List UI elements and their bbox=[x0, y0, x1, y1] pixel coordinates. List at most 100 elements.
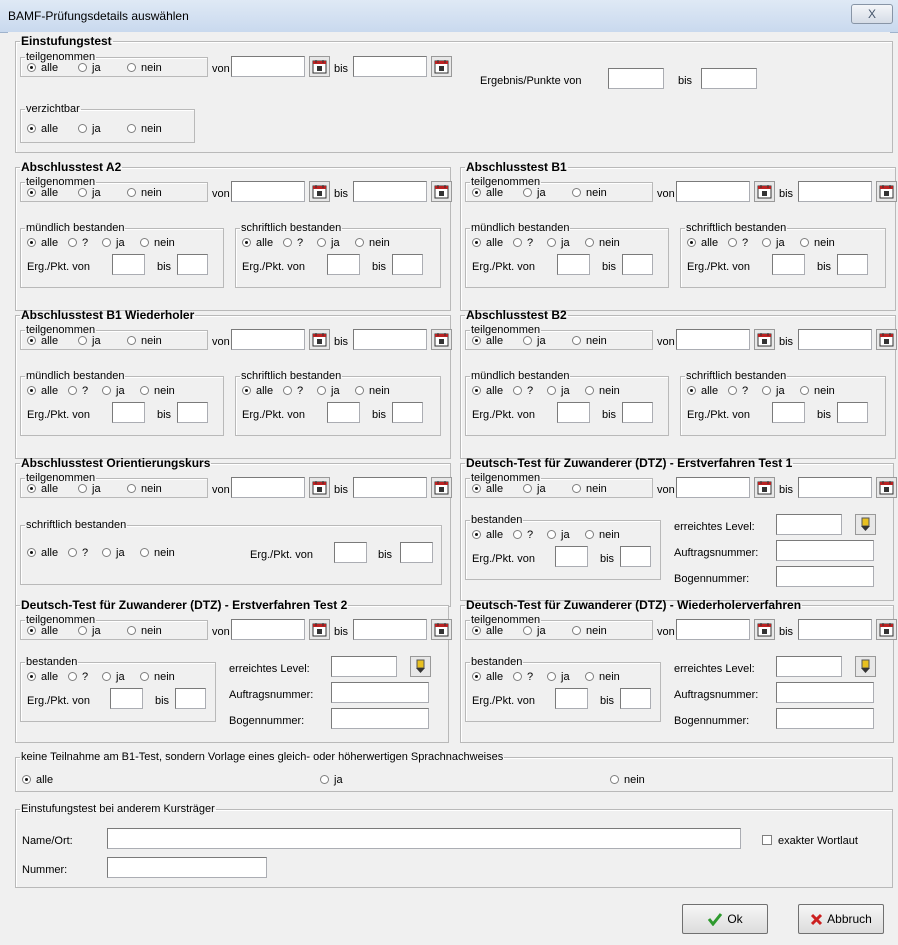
close-button[interactable]: X bbox=[851, 4, 893, 24]
a2-schriftlich-alle-dot[interactable] bbox=[242, 238, 251, 247]
orientierungskurs-teil-nein[interactable]: nein bbox=[127, 482, 162, 496]
orientierungskurs-schriftlich-unknown-dot[interactable] bbox=[68, 548, 77, 557]
b2-schriftlich-unknown[interactable]: ? bbox=[728, 384, 748, 398]
dtz1-level-input[interactable] bbox=[776, 514, 842, 535]
b2-teil-ja-dot[interactable] bbox=[523, 336, 532, 345]
b2-muendlich-ja[interactable]: ja bbox=[547, 384, 570, 398]
dtz1-best-unknown-dot[interactable] bbox=[513, 530, 522, 539]
b2-schriftlich-alle[interactable]: alle bbox=[687, 384, 718, 398]
dtzw-teil-nein-dot[interactable] bbox=[572, 626, 581, 635]
b1-teil-ja-dot[interactable] bbox=[523, 188, 532, 197]
b2-teil-nein[interactable]: nein bbox=[572, 334, 607, 348]
b1-schriftlich-ja-dot[interactable] bbox=[762, 238, 771, 247]
a2-schriftlich-erg-von[interactable] bbox=[327, 254, 360, 275]
dtz1-teil-nein-dot[interactable] bbox=[572, 484, 581, 493]
a2-muendlich-unknown-dot[interactable] bbox=[68, 238, 77, 247]
orientierungskurs-erg-von[interactable] bbox=[334, 542, 367, 563]
keine-teilnahme-nein-dot[interactable] bbox=[610, 775, 619, 784]
orientierungskurs-bis-input[interactable] bbox=[353, 477, 427, 498]
b1w-von-input[interactable] bbox=[231, 329, 305, 350]
b1-schriftlich-nein[interactable]: nein bbox=[800, 236, 835, 250]
a2-von-calendar-button[interactable] bbox=[309, 181, 330, 202]
a2-muendlich-erg-bis[interactable] bbox=[177, 254, 208, 275]
dtz1-erg-bis[interactable] bbox=[620, 546, 651, 567]
b1w-muendlich-nein[interactable]: nein bbox=[140, 384, 175, 398]
b1-teil-nein[interactable]: nein bbox=[572, 186, 607, 200]
keine-teilnahme-ja[interactable]: ja bbox=[320, 773, 343, 787]
b2-bis-calendar-button[interactable] bbox=[876, 329, 897, 350]
b2-von-calendar-button[interactable] bbox=[754, 329, 775, 350]
b1w-bis-calendar-button[interactable] bbox=[431, 329, 452, 350]
b1w-schriftlich-unknown[interactable]: ? bbox=[283, 384, 303, 398]
b2-teil-alle-dot[interactable] bbox=[472, 336, 481, 345]
b1w-muendlich-ja[interactable]: ja bbox=[102, 384, 125, 398]
b1-schriftlich-alle-dot[interactable] bbox=[687, 238, 696, 247]
dtzw-erg-von[interactable] bbox=[555, 688, 588, 709]
einstufungstest-von-input[interactable] bbox=[231, 56, 305, 77]
dtzw-von-input[interactable] bbox=[676, 619, 750, 640]
dtzw-level-button[interactable] bbox=[855, 656, 876, 677]
verzichtbar-nein-dot[interactable] bbox=[127, 124, 136, 133]
orientierungskurs-von-input[interactable] bbox=[231, 477, 305, 498]
a2-schriftlich-alle[interactable]: alle bbox=[242, 236, 273, 250]
b1-bis-input[interactable] bbox=[798, 181, 872, 202]
dtzw-von-calendar-button[interactable] bbox=[754, 619, 775, 640]
orientierungskurs-schriftlich-nein-dot[interactable] bbox=[140, 548, 149, 557]
einstufungstest-teil-nein[interactable]: nein bbox=[127, 61, 162, 75]
b1w-schriftlich-nein[interactable]: nein bbox=[355, 384, 390, 398]
orientierungskurs-schriftlich-ja[interactable]: ja bbox=[102, 546, 125, 560]
a2-schriftlich-erg-bis[interactable] bbox=[392, 254, 423, 275]
orientierungskurs-schriftlich-ja-dot[interactable] bbox=[102, 548, 111, 557]
dtzw-erg-bis[interactable] bbox=[620, 688, 651, 709]
orientierungskurs-schriftlich-nein[interactable]: nein bbox=[140, 546, 175, 560]
dtz1-von-calendar-button[interactable] bbox=[754, 477, 775, 498]
b1-muendlich-ja-dot[interactable] bbox=[547, 238, 556, 247]
b1w-muendlich-erg-bis[interactable] bbox=[177, 402, 208, 423]
dtz1-teil-alle-dot[interactable] bbox=[472, 484, 481, 493]
b1-muendlich-erg-bis[interactable] bbox=[622, 254, 653, 275]
dtzw-auftrag-input[interactable] bbox=[776, 682, 874, 703]
a2-schriftlich-nein-dot[interactable] bbox=[355, 238, 364, 247]
dtzw-teil-ja-dot[interactable] bbox=[523, 626, 532, 635]
dtzw-best-ja-dot[interactable] bbox=[547, 672, 556, 681]
b1-bis-calendar-button[interactable] bbox=[876, 181, 897, 202]
b2-muendlich-unknown-dot[interactable] bbox=[513, 386, 522, 395]
b1w-muendlich-erg-von[interactable] bbox=[112, 402, 145, 423]
dtz2-teil-alle-dot[interactable] bbox=[27, 626, 36, 635]
dtzw-level-input[interactable] bbox=[776, 656, 842, 677]
b1w-muendlich-ja-dot[interactable] bbox=[102, 386, 111, 395]
dtz1-level-button[interactable] bbox=[855, 514, 876, 535]
a2-muendlich-alle[interactable]: alle bbox=[27, 236, 58, 250]
b2-muendlich-nein-dot[interactable] bbox=[585, 386, 594, 395]
dtz2-bogen-input[interactable] bbox=[331, 708, 429, 729]
dtzw-best-nein-dot[interactable] bbox=[585, 672, 594, 681]
b2-schriftlich-alle-dot[interactable] bbox=[687, 386, 696, 395]
a2-bis-input[interactable] bbox=[353, 181, 427, 202]
orientierungskurs-teil-ja-dot[interactable] bbox=[78, 484, 87, 493]
b1-teil-alle[interactable]: alle bbox=[472, 186, 503, 200]
dtzw-best-alle-dot[interactable] bbox=[472, 672, 481, 681]
b1-teil-ja[interactable]: ja bbox=[523, 186, 546, 200]
dtz1-best-nein[interactable]: nein bbox=[585, 528, 620, 542]
exakter-wortlaut-box[interactable] bbox=[762, 835, 772, 845]
a2-muendlich-erg-von[interactable] bbox=[112, 254, 145, 275]
dtz2-best-ja-dot[interactable] bbox=[102, 672, 111, 681]
b2-muendlich-alle[interactable]: alle bbox=[472, 384, 503, 398]
dtz1-erg-von[interactable] bbox=[555, 546, 588, 567]
dtz1-best-ja[interactable]: ja bbox=[547, 528, 570, 542]
keine-teilnahme-ja-dot[interactable] bbox=[320, 775, 329, 784]
dtz2-bis-calendar-button[interactable] bbox=[431, 619, 452, 640]
b1-teil-alle-dot[interactable] bbox=[472, 188, 481, 197]
b1-schriftlich-nein-dot[interactable] bbox=[800, 238, 809, 247]
a2-von-input[interactable] bbox=[231, 181, 305, 202]
orientierungskurs-schriftlich-alle-dot[interactable] bbox=[27, 548, 36, 557]
orientierungskurs-von-calendar-button[interactable] bbox=[309, 477, 330, 498]
b2-muendlich-ja-dot[interactable] bbox=[547, 386, 556, 395]
verzichtbar-nein[interactable]: nein bbox=[127, 122, 162, 136]
b1-schriftlich-erg-bis[interactable] bbox=[837, 254, 868, 275]
orientierungskurs-schriftlich-unknown[interactable]: ? bbox=[68, 546, 88, 560]
b1-teil-nein-dot[interactable] bbox=[572, 188, 581, 197]
dtz1-best-alle[interactable]: alle bbox=[472, 528, 503, 542]
b1-muendlich-alle[interactable]: alle bbox=[472, 236, 503, 250]
b1w-schriftlich-nein-dot[interactable] bbox=[355, 386, 364, 395]
